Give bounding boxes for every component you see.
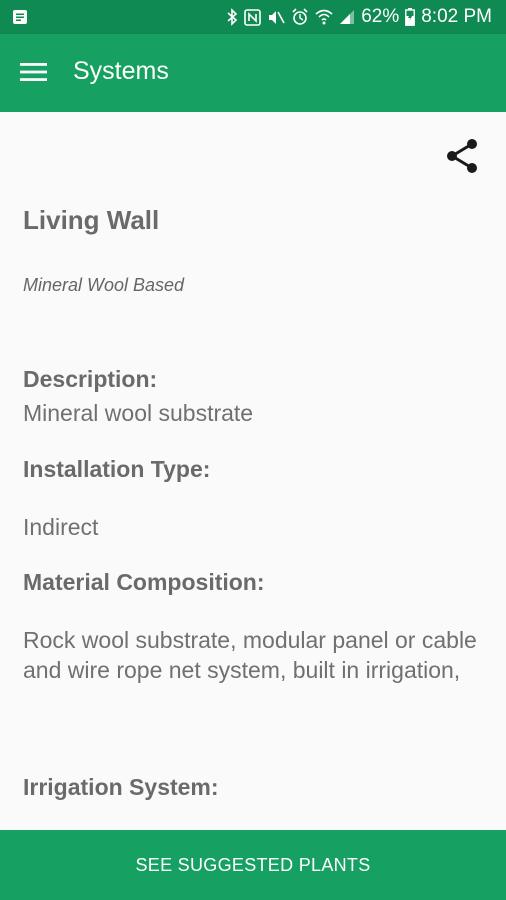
notification-icon [12,9,28,25]
bluetooth-icon [226,8,238,26]
clock-time: 8:02 PM [421,6,492,27]
see-suggested-plants-button[interactable]: SEE SUGGESTED PLANTS [0,830,506,900]
battery-charging-icon [405,8,416,26]
app-bar: Systems [0,34,506,112]
irrigation-system-label: Irrigation System: [23,774,219,800]
installation-type-value: Indirect [23,514,99,540]
signal-icon [339,9,355,25]
see-suggested-plants-label: SEE SUGGESTED PLANTS [135,854,371,875]
share-icon[interactable] [445,138,479,174]
material-composition-value: Rock wool substrate, modular panel or ca… [23,627,477,683]
mute-icon [267,9,285,26]
alarm-icon [291,8,309,26]
installation-type-label: Installation Type: [23,456,211,482]
status-bar: 62% 8:02 PM [0,0,506,34]
description-value: Mineral wool substrate [23,400,254,426]
hamburger-menu-icon[interactable] [20,62,47,82]
system-subtitle: Mineral Wool Based [23,275,185,295]
battery-percent: 62% [361,6,400,27]
system-detail: Living Wall Mineral Wool Based Descripti… [0,112,506,830]
nfc-icon [244,8,262,26]
material-composition-label: Material Composition: [23,569,265,595]
description-label: Description: [23,366,158,392]
wifi-icon [315,9,333,25]
page-title: Systems [73,57,169,85]
system-title: Living Wall [23,205,160,235]
